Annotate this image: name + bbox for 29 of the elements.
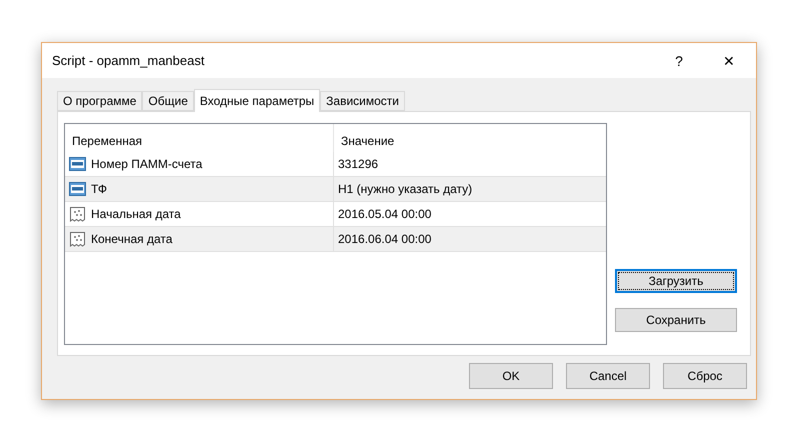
help-button[interactable]: ?: [656, 43, 702, 78]
variable-name: ТФ: [91, 182, 108, 196]
tab[interactable]: О программе: [57, 91, 142, 111]
close-button[interactable]: ✕: [706, 43, 752, 78]
load-button[interactable]: Загрузить: [615, 269, 737, 293]
table-row[interactable]: Начальная дата 2016.05.04 00:00: [65, 202, 606, 227]
table-row[interactable]: Номер ПАММ-счета 331296: [65, 152, 606, 177]
column-header[interactable]: Значение: [334, 124, 606, 152]
window-title: Script - opamm_manbeast: [52, 53, 206, 68]
document-icon: [69, 206, 86, 222]
dialog-button[interactable]: Cancel: [566, 363, 650, 389]
variable-value: 2016.06.04 00:00: [338, 232, 432, 246]
dialog-button[interactable]: OK: [469, 363, 553, 389]
variable-name: Начальная дата: [91, 207, 181, 221]
number-icon: [69, 156, 86, 172]
table-row[interactable]: ТФ H1 (нужно указать дату): [65, 177, 606, 202]
document-icon: [69, 231, 86, 247]
table-row[interactable]: Конечная дата 2016.06.04 00:00: [65, 227, 606, 252]
save-button[interactable]: Сохранить: [615, 308, 737, 332]
tab[interactable]: Входные параметры: [194, 89, 320, 112]
variable-value: 331296: [338, 157, 378, 171]
tab[interactable]: Зависимости: [320, 91, 405, 111]
variable-name: Номер ПАММ-счета: [91, 157, 202, 171]
variable-value: 2016.05.04 00:00: [338, 207, 432, 221]
tab[interactable]: Общие: [142, 91, 194, 111]
variable-value: H1 (нужно указать дату): [338, 182, 472, 196]
variable-name: Конечная дата: [91, 232, 172, 246]
number-icon: [69, 181, 86, 197]
dialog-button[interactable]: Сброс: [663, 363, 747, 389]
